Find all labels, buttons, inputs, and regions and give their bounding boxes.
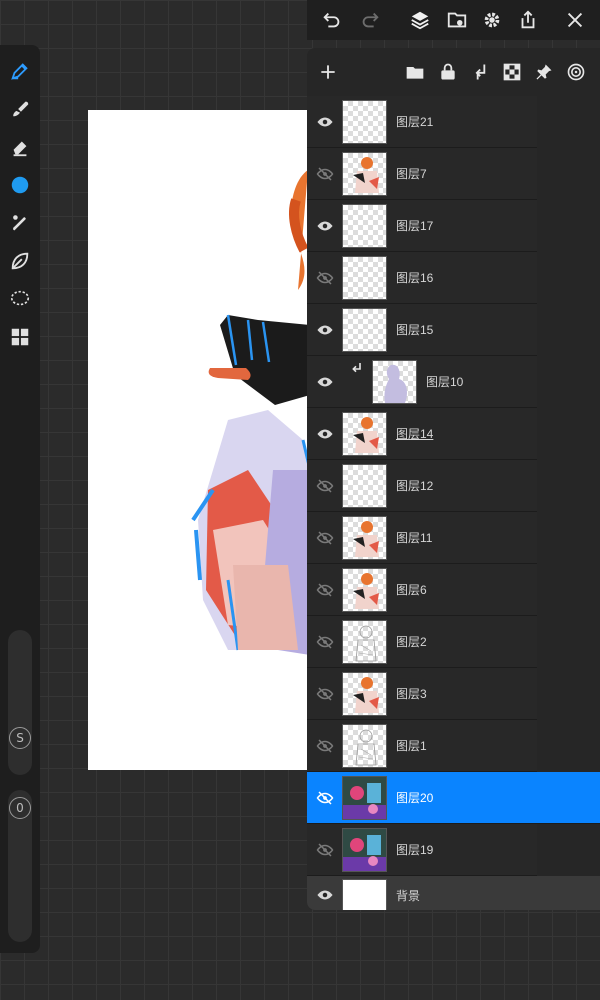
layer-thumbnail (342, 672, 387, 716)
pen-icon[interactable] (6, 57, 34, 85)
layer-row[interactable]: 图层14 (307, 408, 537, 460)
lasso-icon[interactable] (6, 285, 34, 313)
layer-row[interactable]: 图层12 (307, 460, 537, 512)
brush-palette-icon[interactable] (6, 209, 34, 237)
close-icon[interactable] (561, 6, 589, 34)
layer-thumbnail (342, 204, 387, 248)
artwork (191, 170, 310, 655)
eye-icon[interactable] (315, 372, 335, 392)
layer-name: 图层15 (396, 323, 434, 337)
layer-name: 图层3 (396, 687, 427, 701)
layer-name: 图层12 (396, 479, 434, 493)
layer-row[interactable]: 图层6 (307, 564, 537, 616)
layer-name: 图层17 (396, 219, 434, 233)
layer-row[interactable]: 图层21 (307, 96, 537, 148)
eye-icon[interactable] (315, 320, 335, 340)
layer-name: 图层16 (396, 271, 434, 285)
eye-icon[interactable] (315, 885, 335, 905)
layer-panel: 图层21 图层7 图层17 图层16 图层15 图层10 图层14 图层12 图层11 图层6 图层… (307, 48, 600, 910)
layer-name: 图层1 (396, 739, 427, 753)
leaf-icon[interactable] (6, 247, 34, 275)
layer-thumbnail (372, 360, 417, 404)
eye-icon[interactable] (315, 424, 335, 444)
smudge-icon[interactable] (6, 95, 34, 123)
layer-name: 图层20 (396, 791, 434, 805)
layer-row[interactable]: 图层2 (307, 616, 537, 668)
clipping-mask-icon (347, 360, 365, 378)
layer-row[interactable]: 图层15 (307, 304, 537, 356)
layer-row[interactable]: 图层11 (307, 512, 537, 564)
layer-row[interactable]: 图层19 (307, 824, 537, 876)
eye-hidden-icon[interactable] (315, 632, 335, 652)
layer-row[interactable]: 图层7 (307, 148, 537, 200)
layer-thumbnail (342, 412, 387, 456)
layer-name: 图层6 (396, 583, 427, 597)
tool-sidebar: S 0 (0, 45, 40, 953)
top-toolbar (307, 0, 600, 40)
layer-name: 背景 (396, 889, 421, 903)
eye-hidden-icon[interactable] (315, 476, 335, 496)
eye-hidden-icon[interactable] (315, 840, 335, 860)
eye-hidden-icon[interactable] (315, 788, 335, 808)
layer-thumbnail (342, 100, 387, 144)
layer-thumbnail (342, 776, 387, 820)
export-icon[interactable] (514, 6, 542, 34)
brush-size-slider[interactable]: S (8, 630, 32, 775)
opacity-slider[interactable]: 0 (8, 790, 32, 942)
layer-name: 图层11 (396, 531, 433, 545)
lock-icon[interactable] (436, 60, 460, 84)
undo-icon[interactable] (318, 6, 346, 34)
import-icon[interactable] (443, 6, 471, 34)
opacity-slider-knob[interactable]: 0 (9, 797, 31, 819)
layer-row[interactable]: 图层16 (307, 252, 537, 304)
layer-thumbnail (342, 724, 387, 768)
folder-icon[interactable] (403, 60, 427, 84)
redo-icon[interactable] (356, 6, 384, 34)
layer-row[interactable]: 图层20 (307, 772, 600, 824)
layer-panel-toolbar (307, 48, 600, 96)
layer-row[interactable]: 图层1 (307, 720, 537, 772)
layer-name: 图层14 (396, 427, 434, 441)
checker-icon[interactable] (500, 60, 524, 84)
layer-name: 图层10 (426, 375, 464, 389)
layer-thumbnail (342, 256, 387, 300)
eye-hidden-icon[interactable] (315, 164, 335, 184)
eye-hidden-icon[interactable] (315, 580, 335, 600)
eye-hidden-icon[interactable] (315, 268, 335, 288)
layer-name: 图层21 (396, 115, 434, 129)
eye-hidden-icon[interactable] (315, 736, 335, 756)
layer-thumbnail (342, 464, 387, 508)
eye-icon[interactable] (315, 112, 335, 132)
layer-thumbnail (342, 879, 387, 910)
eye-icon[interactable] (315, 216, 335, 236)
size-slider-knob[interactable]: S (9, 727, 31, 749)
add-icon[interactable] (316, 60, 340, 84)
layer-thumbnail (342, 828, 387, 872)
layer-row[interactable]: 图层17 (307, 200, 537, 252)
layer-thumbnail (342, 620, 387, 664)
grid-icon[interactable] (6, 323, 34, 351)
spiral-icon[interactable] (564, 60, 588, 84)
layer-row[interactable]: 图层3 (307, 668, 537, 720)
layer-row[interactable]: 图层10 (307, 356, 537, 408)
layer-thumbnail (342, 308, 387, 352)
layer-thumbnail (342, 516, 387, 560)
layer-name: 图层2 (396, 635, 427, 649)
layer-thumbnail (342, 568, 387, 612)
color-dot-icon[interactable] (6, 171, 34, 199)
pin-icon[interactable] (532, 60, 556, 84)
layers-icon[interactable] (406, 6, 434, 34)
eraser-icon[interactable] (6, 133, 34, 161)
background-layer-row[interactable]: 背景 (307, 876, 600, 910)
layer-name: 图层7 (396, 167, 427, 181)
gear-icon[interactable] (478, 6, 506, 34)
drawing-canvas[interactable] (88, 110, 310, 770)
merge-down-icon[interactable] (469, 60, 493, 84)
eye-hidden-icon[interactable] (315, 684, 335, 704)
layer-thumbnail (342, 152, 387, 196)
eye-hidden-icon[interactable] (315, 528, 335, 548)
layer-name: 图层19 (396, 843, 434, 857)
